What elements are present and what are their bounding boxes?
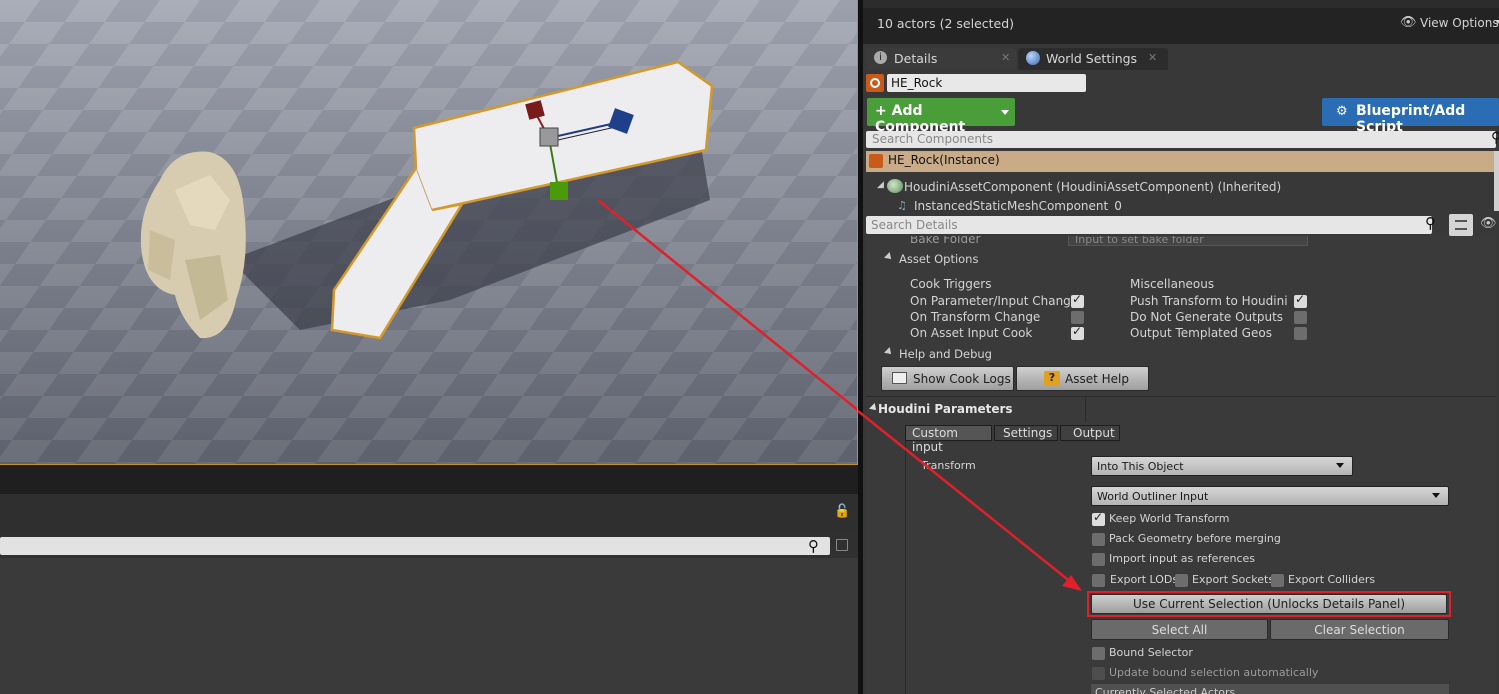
gear-icon: ⚙ <box>1336 104 1348 119</box>
transform-label: Transform <box>921 459 976 472</box>
close-icon[interactable]: ✕ <box>1148 51 1157 64</box>
option-label: Output Templated Geos <box>1130 326 1272 340</box>
pack-geometry-checkbox[interactable] <box>1092 533 1105 546</box>
export-sockets-checkbox[interactable] <box>1175 574 1188 587</box>
currently-selected-actors-header: Currently Selected Actors <box>1091 684 1449 694</box>
bake-folder-input[interactable]: Input to set bake folder <box>1068 236 1308 246</box>
subtab-custom-input[interactable]: Custom input <box>905 425 992 454</box>
option-label: On Parameter/Input Change <box>910 294 1079 308</box>
asset-help-button[interactable]: ? Asset Help <box>1016 366 1149 391</box>
option-label: On Asset Input Cook <box>910 326 1033 340</box>
pack-geometry-label: Pack Geometry before merging <box>1109 532 1281 545</box>
eye-icon: 👁 <box>1400 15 1417 30</box>
transform-dropdown[interactable]: Into This Object <box>1091 456 1353 476</box>
right-panel: 10 actors (2 selected) 👁 View Options i … <box>863 0 1499 694</box>
plus-icon: + <box>875 103 887 119</box>
update-bound-label: Update bound selection automatically <box>1109 666 1319 679</box>
export-colliders-label: Export Colliders <box>1288 573 1376 586</box>
tab-world-settings[interactable]: World Settings ✕ <box>1018 48 1168 70</box>
log-icon <box>892 372 907 384</box>
globe-icon <box>1026 51 1040 65</box>
keep-world-transform-label: Keep World Transform <box>1109 512 1230 525</box>
on-transform-change-checkbox[interactable] <box>1071 311 1084 324</box>
update-bound-checkbox[interactable] <box>1092 667 1105 680</box>
level-viewport[interactable] <box>0 0 858 465</box>
actor-name-field[interactable]: HE_Rock <box>887 74 1086 92</box>
panel-divider <box>0 465 860 494</box>
import-references-label: Import input as references <box>1109 552 1256 565</box>
chevron-down-icon <box>1001 110 1009 115</box>
panel-header <box>0 494 860 531</box>
search-details-input[interactable]: Search Details <box>866 216 1432 234</box>
houdini-asset-component-row[interactable]: HoudiniAssetComponent (HoudiniAssetCompo… <box>904 180 1281 194</box>
eye-icon[interactable]: 👁 <box>1480 216 1497 231</box>
bake-folder-label: Bake Folder <box>910 236 981 246</box>
output-templated-checkbox[interactable] <box>1294 327 1307 340</box>
world-outliner-footer: 10 actors (2 selected) 👁 View Options <box>863 0 1499 44</box>
search-components-input[interactable]: Search Components <box>866 131 1496 148</box>
search-icon: ⚲ <box>1425 214 1436 232</box>
import-references-checkbox[interactable] <box>1092 553 1105 566</box>
houdini-parameters-header[interactable]: Houdini Parameters <box>878 402 1013 416</box>
export-sockets-label: Export Sockets <box>1192 573 1275 586</box>
info-icon: i <box>874 51 887 64</box>
select-all-button[interactable]: Select All <box>1091 619 1268 640</box>
search-icon[interactable]: ⚲ <box>808 537 826 555</box>
clear-selection-button[interactable]: Clear Selection <box>1270 619 1449 640</box>
tab-label: World Settings <box>1046 51 1138 66</box>
details-body: Bake Folder Input to set bake folder Ass… <box>866 236 1496 694</box>
component-icon <box>887 179 903 193</box>
houdini-icon <box>869 154 883 168</box>
component-instance-row[interactable]: HE_Rock(Instance) <box>866 151 1494 172</box>
keep-world-transform-checkbox[interactable] <box>1092 510 1105 526</box>
instanced-mesh-icon: ♫ <box>897 199 907 212</box>
lower-left-panel: 🔓 ⚲ <box>0 465 860 694</box>
close-icon[interactable]: ✕ <box>1001 51 1010 64</box>
chevron-down-icon <box>1432 493 1440 498</box>
actor-count: 10 actors (2 selected) <box>877 16 1015 31</box>
save-icon[interactable] <box>836 539 848 551</box>
input-type-dropdown[interactable]: World Outliner Input <box>1091 486 1449 506</box>
subtab-output[interactable]: Output <box>1060 425 1120 441</box>
do-not-generate-checkbox[interactable] <box>1294 311 1307 324</box>
blueprint-add-script-button[interactable]: ⚙ Blueprint/Add Script <box>1322 98 1499 135</box>
push-transform-checkbox[interactable] <box>1294 292 1307 308</box>
export-lods-checkbox[interactable] <box>1092 574 1105 587</box>
cook-triggers-label: Cook Triggers <box>910 277 992 291</box>
tab-details[interactable]: i Details ✕ <box>866 48 1016 70</box>
chevron-down-icon <box>1495 20 1499 24</box>
viewport-scene[interactable] <box>0 0 858 465</box>
option-label: Do Not Generate Outputs <box>1130 310 1284 324</box>
export-lods-label: Export LODs <box>1110 573 1179 586</box>
subtab-settings[interactable]: Settings <box>994 425 1058 441</box>
instanced-mesh-row[interactable]: InstancedStaticMeshComponent_0 <box>914 199 1122 211</box>
houdini-icon <box>866 74 884 92</box>
property-matrix-button[interactable] <box>1449 214 1473 236</box>
collapse-icon[interactable] <box>884 347 894 357</box>
view-options-button[interactable]: View Options <box>1420 16 1499 30</box>
on-parameter-change-checkbox[interactable] <box>1071 292 1084 308</box>
search-icon: ⚲ <box>1491 130 1499 146</box>
scrollbar[interactable] <box>1494 151 1499 211</box>
tree-collapse-icon[interactable]: ◢ <box>877 180 884 190</box>
panel-search-input[interactable] <box>0 537 830 555</box>
show-cook-logs-button[interactable]: Show Cook Logs <box>881 366 1014 391</box>
help-debug-header[interactable]: Help and Debug <box>899 347 992 361</box>
lock-icon[interactable]: 🔓 <box>834 504 850 520</box>
option-label: On Transform Change <box>910 310 1041 324</box>
tab-label: Details <box>894 51 938 66</box>
option-label: Push Transform to Houdini <box>1130 294 1288 308</box>
asset-options-header[interactable]: Asset Options <box>899 252 978 266</box>
bound-selector-label: Bound Selector <box>1109 646 1193 659</box>
export-colliders-checkbox[interactable] <box>1271 574 1284 587</box>
add-component-button[interactable]: + Add Component <box>867 98 1015 135</box>
help-icon: ? <box>1044 371 1060 386</box>
bound-selector-checkbox[interactable] <box>1092 647 1105 660</box>
chevron-down-icon <box>1336 463 1344 468</box>
use-current-selection-button[interactable]: Use Current Selection (Unlocks Details P… <box>1091 594 1447 614</box>
collapse-icon[interactable] <box>884 252 894 262</box>
on-asset-input-cook-checkbox[interactable] <box>1071 324 1084 340</box>
miscellaneous-label: Miscellaneous <box>1130 277 1215 291</box>
